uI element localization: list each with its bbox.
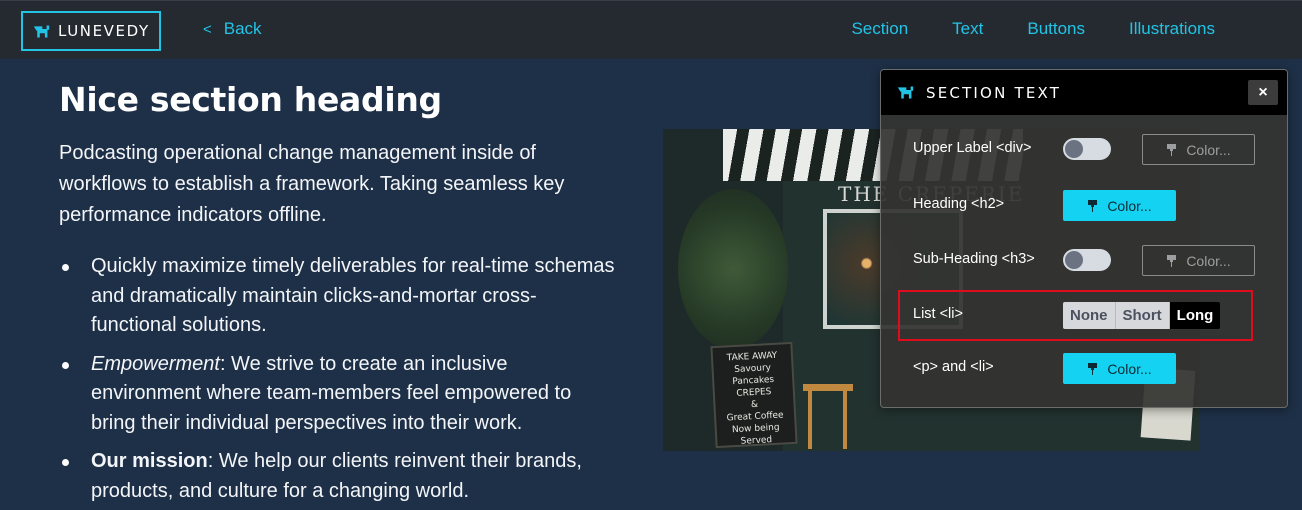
chalkboard-sign: TAKE AWAY Savoury Pancakes CREPES & Grea… bbox=[710, 341, 798, 449]
close-button[interactable]: × bbox=[1248, 80, 1278, 105]
potted-tree bbox=[678, 189, 788, 349]
toggle-knob bbox=[1065, 251, 1083, 269]
list-option-long[interactable]: Long bbox=[1169, 302, 1221, 329]
brand-logo[interactable]: LUNEVEDY bbox=[21, 11, 161, 51]
list-item-lead: Our mission bbox=[91, 450, 208, 472]
wooden-stool bbox=[803, 384, 853, 449]
paint-brush-icon bbox=[1088, 199, 1098, 212]
upper-label-color-button[interactable]: Color... bbox=[1142, 134, 1255, 165]
p-and-li-row: <p> and <li> Color... bbox=[881, 348, 1287, 388]
upper-label-row: Upper Label <div> Color... bbox=[881, 129, 1287, 169]
main-nav: Section Text Buttons Illustrations bbox=[851, 19, 1215, 39]
toggle-knob bbox=[1065, 140, 1083, 158]
list-item: Empowerment: We strive to create an incl… bbox=[59, 350, 619, 439]
list-label: List <li> bbox=[913, 306, 963, 322]
upper-label-label: Upper Label <div> bbox=[913, 140, 1032, 156]
sub-heading-row: Sub-Heading <h3> Color... bbox=[881, 240, 1287, 280]
section-text-panel: SECTION TEXT × Upper Label <div> Color..… bbox=[880, 69, 1288, 408]
panel-title: SECTION TEXT bbox=[926, 83, 1062, 102]
nav-link-section[interactable]: Section bbox=[851, 19, 908, 39]
sub-heading-color-button[interactable]: Color... bbox=[1142, 245, 1255, 276]
close-icon: × bbox=[1258, 83, 1268, 101]
dog-icon bbox=[897, 86, 914, 99]
heading-label: Heading <h2> bbox=[913, 196, 1005, 212]
top-navigation-bar: LUNEVEDY < Back Section Text Buttons Ill… bbox=[0, 0, 1302, 59]
list-item-lead: Empowerment bbox=[91, 352, 220, 375]
list-item: Our mission: We help our clients reinven… bbox=[59, 447, 619, 506]
color-button-label: Color... bbox=[1186, 141, 1231, 158]
dog-icon bbox=[33, 25, 50, 37]
back-link[interactable]: < Back bbox=[203, 19, 262, 39]
sub-heading-toggle[interactable] bbox=[1063, 249, 1111, 271]
color-button-label: Color... bbox=[1107, 197, 1152, 214]
section-intro: Podcasting operational change management… bbox=[59, 142, 565, 226]
chevron-left-icon: < bbox=[203, 20, 212, 38]
p-and-li-color-button[interactable]: Color... bbox=[1063, 353, 1176, 384]
heading-row: Heading <h2> Color... bbox=[881, 185, 1287, 225]
upper-label-toggle[interactable] bbox=[1063, 138, 1111, 160]
p-and-li-label: <p> and <li> bbox=[913, 359, 994, 375]
feature-list: Quickly maximize timely deliverables for… bbox=[59, 252, 619, 510]
back-label: Back bbox=[223, 19, 262, 38]
list-row: List <li> None Short Long bbox=[881, 295, 1287, 335]
paint-brush-icon bbox=[1167, 254, 1177, 267]
list-style-selector: None Short Long bbox=[1063, 302, 1221, 329]
list-item: Quickly maximize timely deliverables for… bbox=[59, 252, 619, 341]
list-item-text: Quickly maximize timely deliverables for… bbox=[91, 255, 615, 336]
section-heading: Nice section heading bbox=[59, 80, 442, 119]
color-button-label: Color... bbox=[1186, 252, 1231, 269]
nav-link-text[interactable]: Text bbox=[952, 19, 983, 39]
paint-brush-icon bbox=[1088, 362, 1098, 375]
panel-header[interactable]: SECTION TEXT × bbox=[881, 70, 1287, 115]
nav-link-illustrations[interactable]: Illustrations bbox=[1129, 19, 1215, 39]
color-button-label: Color... bbox=[1107, 360, 1152, 377]
chalkboard-line: Now being Served bbox=[731, 422, 780, 447]
paint-brush-icon bbox=[1167, 143, 1177, 156]
heading-color-button[interactable]: Color... bbox=[1063, 190, 1176, 221]
nav-link-buttons[interactable]: Buttons bbox=[1027, 19, 1085, 39]
brand-name: LUNEVEDY bbox=[58, 22, 150, 40]
list-option-none[interactable]: None bbox=[1063, 302, 1116, 329]
sub-heading-label: Sub-Heading <h3> bbox=[913, 251, 1035, 267]
list-option-short[interactable]: Short bbox=[1115, 302, 1170, 329]
